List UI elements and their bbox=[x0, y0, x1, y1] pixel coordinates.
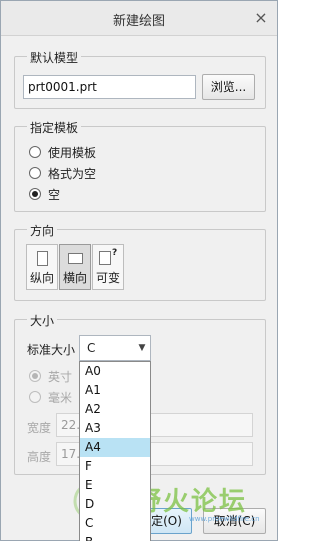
height-label: 高度 bbox=[27, 450, 52, 464]
variable-question-glyph: ? bbox=[112, 248, 118, 258]
width-label: 宽度 bbox=[27, 421, 52, 435]
size-option-e[interactable]: E bbox=[80, 476, 150, 495]
size-option-a0[interactable]: A0 bbox=[80, 362, 150, 381]
size-option-a3[interactable]: A3 bbox=[80, 419, 150, 438]
size-option-a2[interactable]: A2 bbox=[80, 400, 150, 419]
model-name-input[interactable]: prt0001.prt bbox=[23, 75, 196, 99]
watermark-url: www.proewildfire.cn bbox=[189, 515, 260, 523]
variable-label: 可变 bbox=[95, 271, 120, 285]
chevron-down-icon[interactable]: ▼ bbox=[134, 336, 150, 360]
close-icon[interactable]: × bbox=[251, 8, 271, 28]
size-legend: 大小 bbox=[27, 312, 58, 329]
portrait-button[interactable]: 纵向 bbox=[26, 244, 58, 290]
radio-mm-circle[interactable] bbox=[29, 391, 41, 403]
variable-button[interactable]: ? 可变 bbox=[92, 244, 124, 290]
portrait-label: 纵向 bbox=[29, 271, 54, 285]
radio-use-template-circle[interactable] bbox=[29, 146, 41, 158]
size-option-c[interactable]: C bbox=[80, 514, 150, 533]
radio-empty-with-format-label: 格式为空 bbox=[48, 166, 97, 181]
radio-empty-with-format-circle[interactable] bbox=[29, 167, 41, 179]
radio-use-template-label: 使用模板 bbox=[48, 145, 97, 160]
standard-size-label: 标准大小 bbox=[27, 343, 76, 357]
size-option-a4[interactable]: A4 bbox=[80, 438, 150, 457]
browse-button[interactable]: 浏览... bbox=[202, 74, 255, 100]
radio-inch[interactable]: 英寸 bbox=[29, 368, 72, 384]
landscape-button[interactable]: 横向 bbox=[59, 244, 91, 290]
radio-empty-label: 空 bbox=[48, 187, 61, 202]
title-bar: 新建绘图 × bbox=[1, 1, 277, 36]
landscape-label: 横向 bbox=[62, 271, 87, 285]
standard-size-dropdown: A0 A1 A2 A3 A4 F E D C B bbox=[79, 361, 151, 541]
radio-empty-with-format[interactable]: 格式为空 bbox=[29, 165, 96, 181]
template-legend: 指定模板 bbox=[27, 119, 82, 136]
dialog-title: 新建绘图 bbox=[112, 14, 165, 29]
size-option-b[interactable]: B bbox=[80, 533, 150, 541]
variable-page-icon bbox=[99, 251, 111, 265]
radio-mm[interactable]: 毫米 bbox=[29, 389, 72, 405]
new-drawing-dialog: 新建绘图 × 默认模型 prt0001.prt 浏览... 指定模板 使用模板 … bbox=[0, 0, 278, 541]
standard-size-select[interactable]: C ▼ bbox=[79, 335, 151, 361]
default-model-legend: 默认模型 bbox=[27, 49, 82, 66]
radio-inch-label: 英寸 bbox=[48, 369, 73, 384]
radio-empty[interactable]: 空 bbox=[29, 186, 60, 202]
size-option-a1[interactable]: A1 bbox=[80, 381, 150, 400]
radio-empty-circle[interactable] bbox=[29, 188, 41, 200]
size-option-f[interactable]: F bbox=[80, 457, 150, 476]
size-option-d[interactable]: D bbox=[80, 495, 150, 514]
watermark-text: 野火论坛 bbox=[135, 487, 248, 517]
radio-inch-circle[interactable] bbox=[29, 370, 41, 382]
orientation-legend: 方向 bbox=[27, 222, 58, 239]
portrait-page-icon bbox=[37, 251, 48, 266]
landscape-page-icon bbox=[68, 253, 83, 264]
radio-use-template[interactable]: 使用模板 bbox=[29, 144, 96, 160]
standard-size-value: C bbox=[87, 341, 96, 355]
radio-mm-label: 毫米 bbox=[48, 390, 73, 405]
